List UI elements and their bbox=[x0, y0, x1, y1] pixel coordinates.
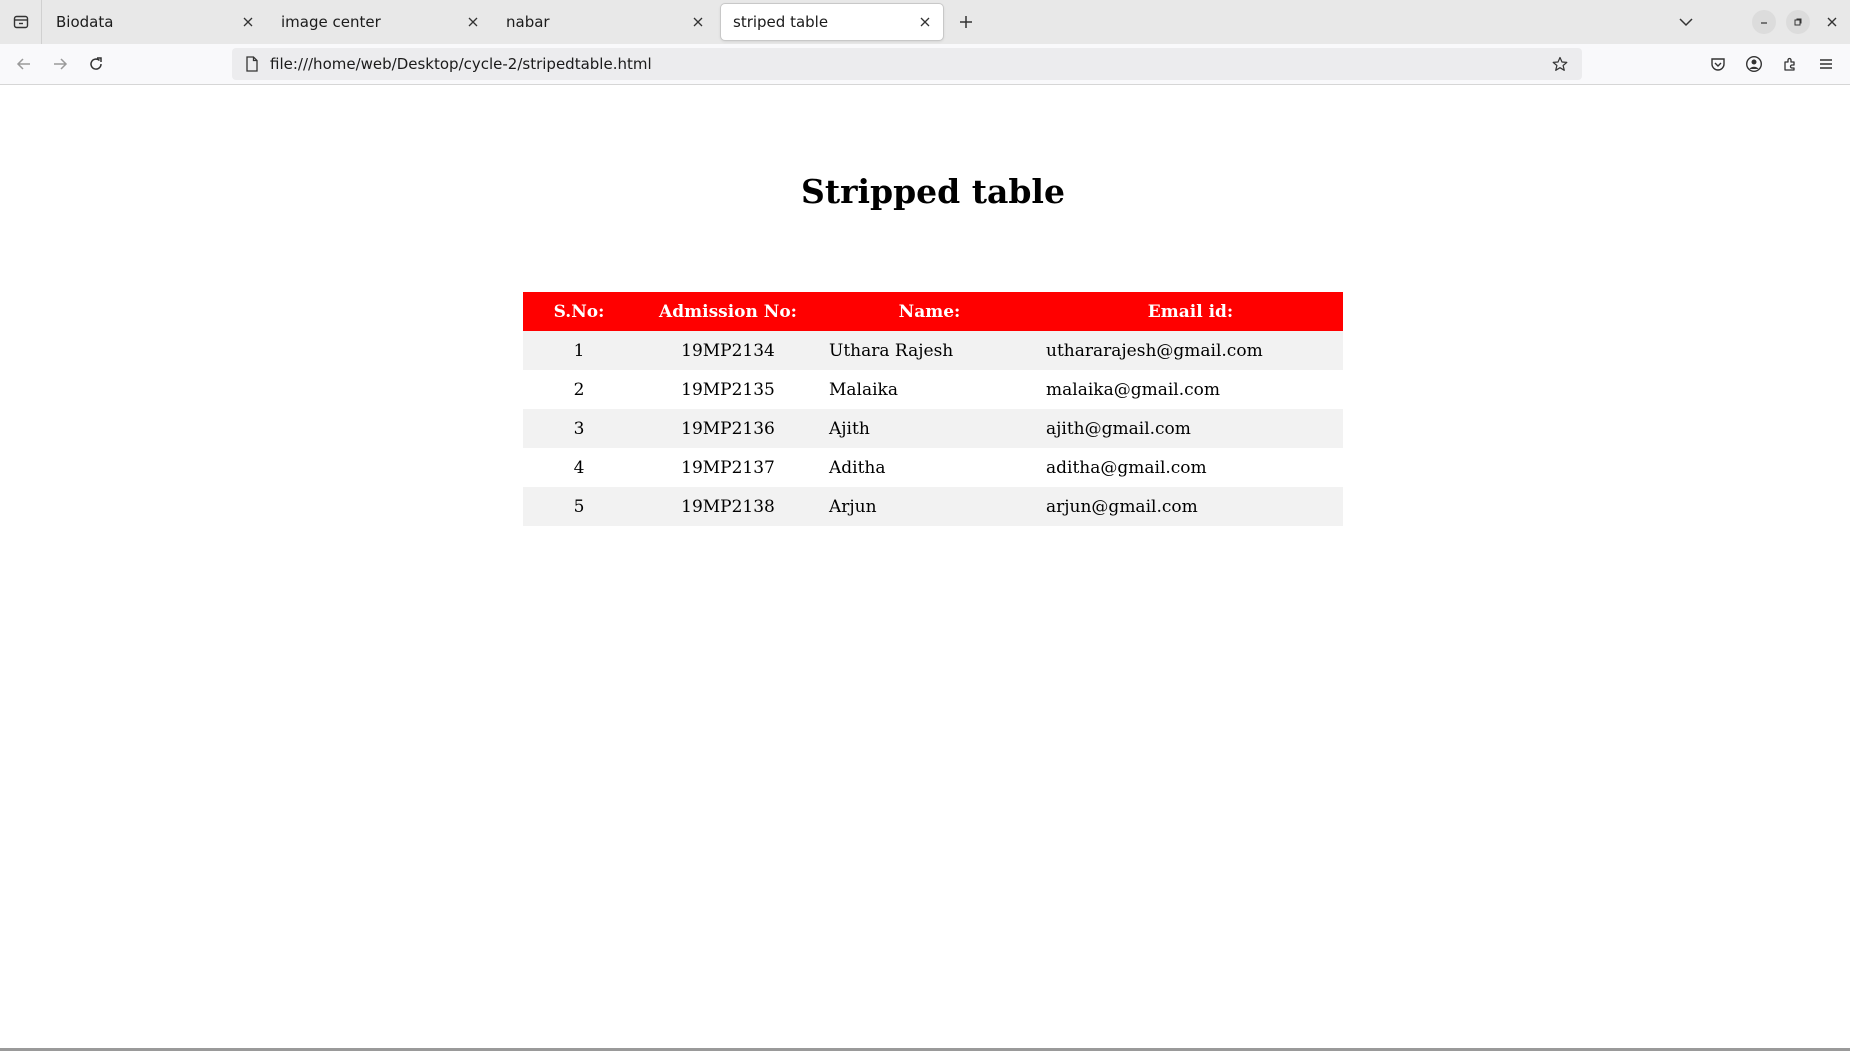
table-row: 4 19MP2137 Aditha aditha@gmail.com bbox=[523, 448, 1343, 487]
window-bottom-edge bbox=[0, 1048, 1850, 1051]
arrow-left-icon bbox=[16, 58, 30, 70]
header-sno: S.No: bbox=[523, 292, 635, 331]
url-text[interactable]: file:///home/web/Desktop/cycle-2/striped… bbox=[266, 55, 1546, 73]
minimize-window-button[interactable] bbox=[1752, 10, 1776, 34]
cell-name: Malaika bbox=[821, 370, 1038, 409]
minimize-icon bbox=[1761, 22, 1767, 24]
arrow-right-icon bbox=[54, 58, 68, 70]
cell-sno: 2 bbox=[523, 370, 635, 409]
restore-window-button[interactable] bbox=[1786, 10, 1810, 34]
tab-biodata[interactable]: Biodata bbox=[44, 4, 266, 40]
header-name: Name: bbox=[821, 292, 1038, 331]
tabs-menu-button[interactable] bbox=[1672, 8, 1700, 36]
cell-name: Uthara Rajesh bbox=[821, 331, 1038, 370]
bookmark-button[interactable] bbox=[1546, 50, 1574, 78]
tab-striped-table[interactable]: striped table bbox=[721, 4, 943, 40]
plus-icon bbox=[960, 16, 972, 28]
table-row: 3 19MP2136 Ajith ajith@gmail.com bbox=[523, 409, 1343, 448]
close-icon bbox=[468, 17, 478, 27]
cell-sno: 3 bbox=[523, 409, 635, 448]
cell-email: ajith@gmail.com bbox=[1038, 409, 1343, 448]
reload-icon bbox=[90, 57, 102, 70]
table-row: 5 19MP2138 Arjun arjun@gmail.com bbox=[523, 487, 1343, 526]
cell-email: aditha@gmail.com bbox=[1038, 448, 1343, 487]
cell-admission-no: 19MP2137 bbox=[635, 448, 821, 487]
chevron-down-icon bbox=[1679, 18, 1693, 27]
close-tab-button[interactable] bbox=[913, 10, 937, 34]
cell-admission-no: 19MP2135 bbox=[635, 370, 821, 409]
striped-table: S.No: Admission No: Name: Email id: 1 19… bbox=[523, 292, 1343, 526]
close-window-button[interactable] bbox=[1820, 10, 1844, 34]
reload-button[interactable] bbox=[82, 50, 110, 78]
restore-icon bbox=[1794, 18, 1802, 26]
cell-email: uthararajesh@gmail.com bbox=[1038, 331, 1343, 370]
close-icon bbox=[243, 17, 253, 27]
cell-sno: 1 bbox=[523, 331, 635, 370]
account-icon bbox=[1745, 55, 1763, 73]
tab-label: striped table bbox=[733, 13, 829, 31]
close-icon bbox=[1827, 17, 1837, 27]
new-tab-button[interactable] bbox=[952, 8, 980, 36]
close-tab-button[interactable] bbox=[461, 10, 485, 34]
table-row: 1 19MP2134 Uthara Rajesh uthararajesh@gm… bbox=[523, 331, 1343, 370]
cell-admission-no: 19MP2136 bbox=[635, 409, 821, 448]
tab-list-button[interactable] bbox=[0, 0, 42, 44]
cell-name: Aditha bbox=[821, 448, 1038, 487]
header-email-id: Email id: bbox=[1038, 292, 1343, 331]
navigation-toolbar: file:///home/web/Desktop/cycle-2/striped… bbox=[0, 44, 1850, 85]
puzzle-icon bbox=[1784, 57, 1795, 71]
header-admission-no: Admission No: bbox=[635, 292, 821, 331]
extensions-button[interactable] bbox=[1776, 50, 1804, 78]
app-menu-button[interactable] bbox=[1812, 50, 1840, 78]
star-icon bbox=[1552, 56, 1568, 71]
back-button[interactable] bbox=[10, 50, 38, 78]
page-icon bbox=[238, 50, 266, 78]
page-content: Stripped table S.No: Admission No: Name:… bbox=[0, 85, 1850, 1048]
account-button[interactable] bbox=[1740, 50, 1768, 78]
cell-email: malaika@gmail.com bbox=[1038, 370, 1343, 409]
tab-label: nabar bbox=[506, 13, 550, 31]
forward-button[interactable] bbox=[46, 50, 74, 78]
pocket-icon bbox=[1711, 58, 1725, 71]
close-icon bbox=[693, 17, 703, 27]
tab-strip: Biodata image center nabar striped table bbox=[0, 0, 1850, 44]
cell-admission-no: 19MP2138 bbox=[635, 487, 821, 526]
close-tab-button[interactable] bbox=[236, 10, 260, 34]
cell-name: Arjun bbox=[821, 487, 1038, 526]
cell-admission-no: 19MP2134 bbox=[635, 331, 821, 370]
list-all-tabs-icon bbox=[13, 15, 28, 29]
pocket-button[interactable] bbox=[1704, 50, 1732, 78]
close-icon bbox=[920, 17, 930, 27]
cell-email: arjun@gmail.com bbox=[1038, 487, 1343, 526]
page-title: Stripped table bbox=[801, 172, 1065, 211]
cell-sno: 5 bbox=[523, 487, 635, 526]
hamburger-menu-icon bbox=[1820, 59, 1832, 69]
table-row: 2 19MP2135 Malaika malaika@gmail.com bbox=[523, 370, 1343, 409]
close-tab-button[interactable] bbox=[686, 10, 710, 34]
cell-name: Ajith bbox=[821, 409, 1038, 448]
tab-label: Biodata bbox=[56, 13, 114, 31]
tab-label: image center bbox=[281, 13, 381, 31]
tab-image-center[interactable]: image center bbox=[269, 4, 491, 40]
cell-sno: 4 bbox=[523, 448, 635, 487]
table-header-row: S.No: Admission No: Name: Email id: bbox=[523, 292, 1343, 331]
tab-nabar[interactable]: nabar bbox=[494, 4, 716, 40]
address-bar[interactable]: file:///home/web/Desktop/cycle-2/striped… bbox=[232, 48, 1582, 80]
